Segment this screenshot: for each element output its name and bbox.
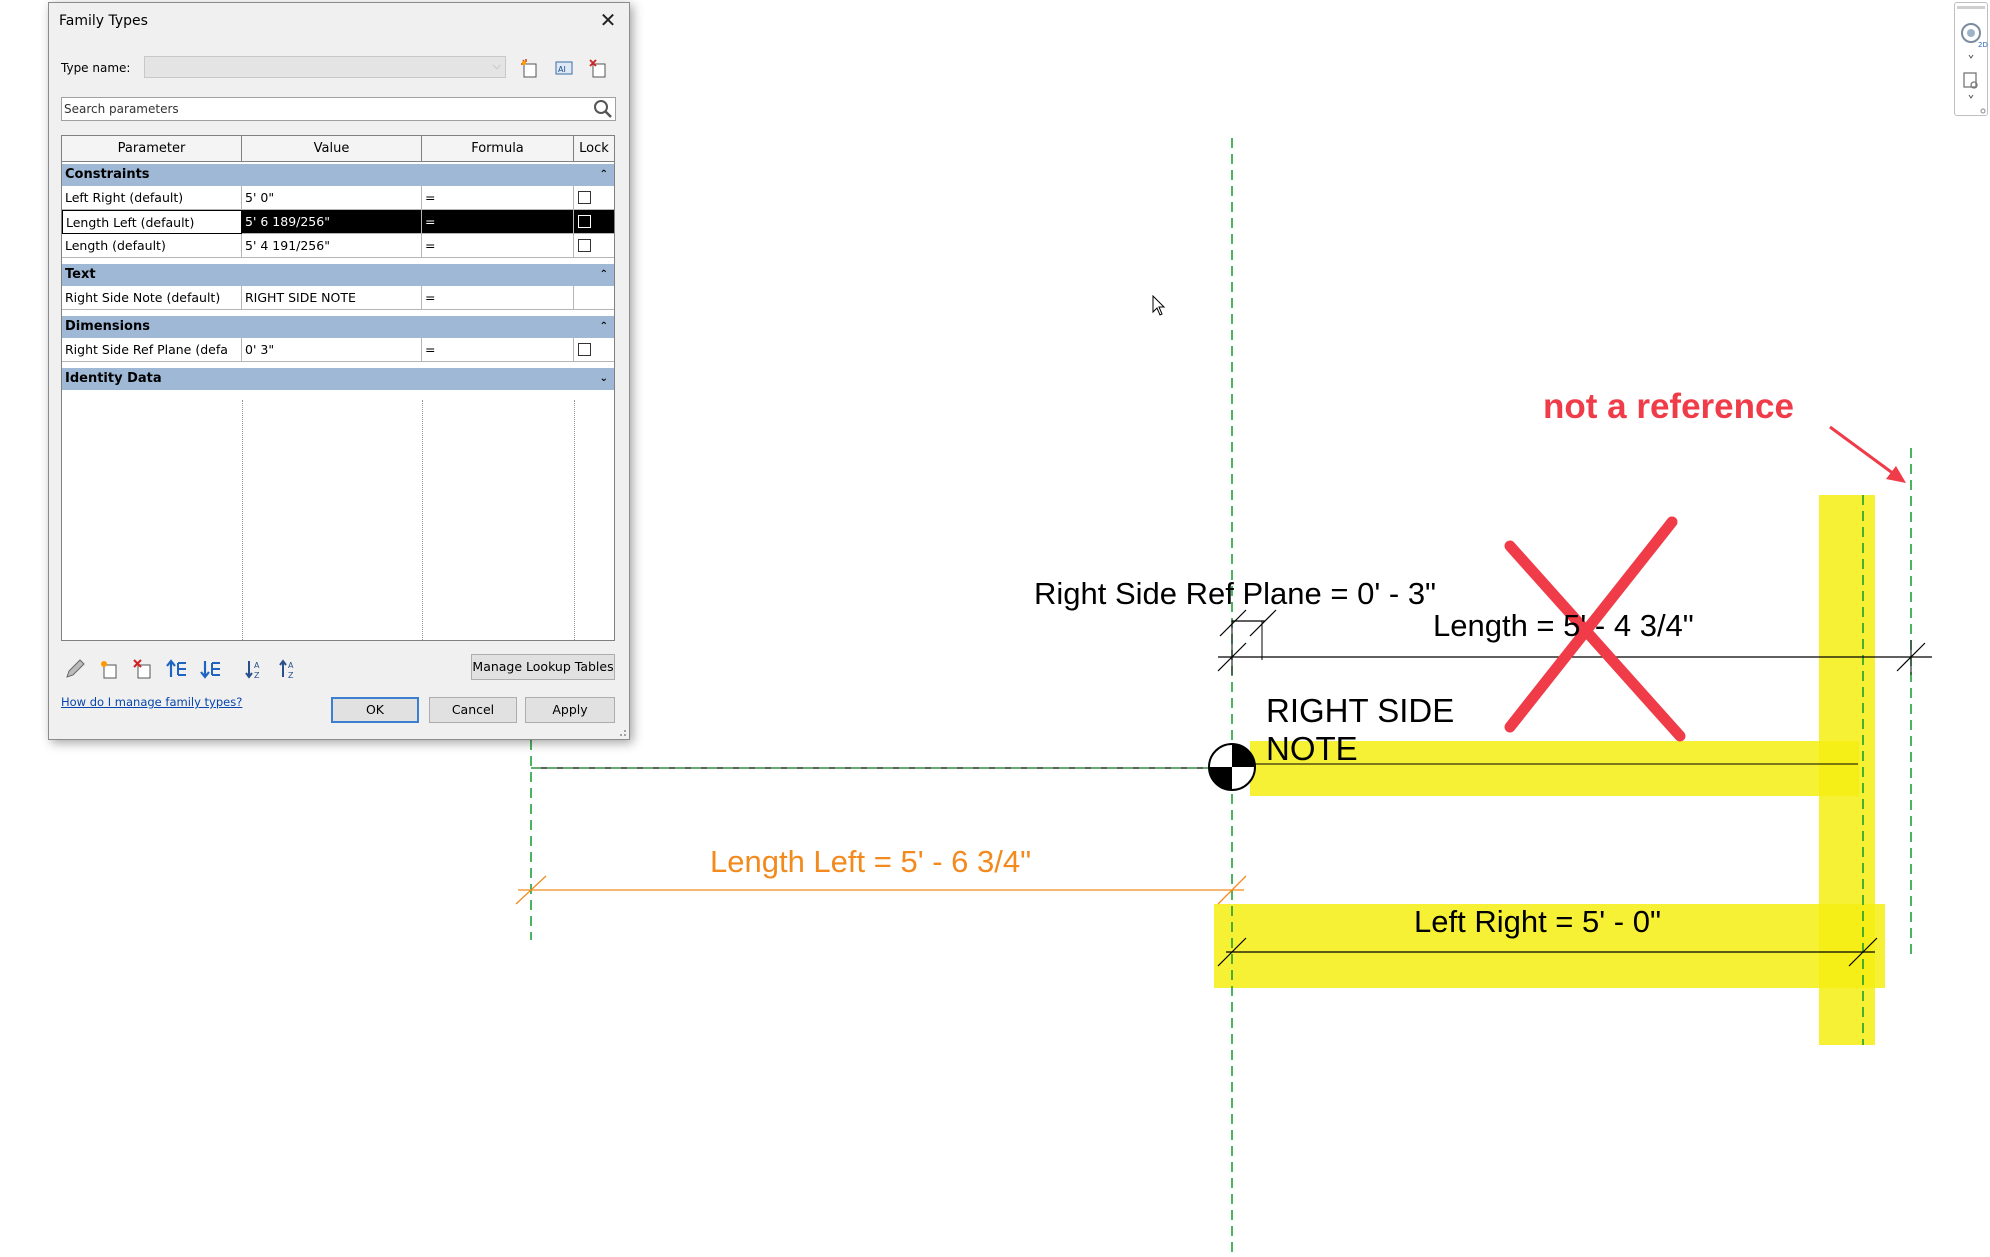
param-formula[interactable]: = [422,234,574,258]
table-row[interactable]: Right Side Ref Plane (defa 0' 3" = [62,338,614,362]
new-parameter-icon[interactable] [97,657,121,681]
group-constraints[interactable]: Constraints ⌃ [62,164,614,186]
not-a-reference-annotation: not a reference [1543,387,1794,426]
lock-checkbox[interactable] [578,191,591,204]
param-formula[interactable]: = [422,210,574,234]
annotation-arrow-icon [1829,425,1906,483]
empty-column-formula [422,400,575,640]
delete-type-icon[interactable] [587,57,609,79]
table-row-selected[interactable]: Length Left (default) 5' 6 189/256" = [62,210,614,234]
param-name: Length Left (default) [62,210,242,234]
param-name: Length (default) [62,234,242,258]
param-name: Left Right (default) [62,186,242,210]
search-parameters-field[interactable] [61,97,616,121]
length-dimension-label[interactable]: Length = 5' - 4 3/4" [1433,608,1694,644]
apply-button[interactable]: Apply [525,697,615,723]
param-value[interactable]: RIGHT SIDE NOTE [242,286,422,310]
svg-text:AI: AI [558,65,566,74]
collapse-icon[interactable]: ⌃ [600,164,608,186]
table-row[interactable]: Right Side Note (default) RIGHT SIDE NOT… [62,286,614,310]
right-side-note-line1: RIGHT SIDE [1266,692,1455,729]
manage-lookup-tables-button[interactable]: Manage Lookup Tables [471,654,615,680]
param-formula[interactable]: = [422,186,574,210]
param-value[interactable]: 5' 4 191/256" [242,234,422,258]
svg-text:2D: 2D [1978,41,1988,49]
collapse-icon[interactable]: ⌃ [600,316,608,338]
lock-checkbox[interactable] [578,239,591,252]
column-header-parameter[interactable]: Parameter [62,136,242,162]
rename-type-icon[interactable]: AI [553,57,575,79]
column-header-formula[interactable]: Formula [422,136,574,162]
param-value[interactable]: 5' 6 189/256" [242,210,422,234]
param-value[interactable]: 0' 3" [242,338,422,362]
svg-text:A: A [254,661,260,670]
lock-checkbox[interactable] [578,215,591,228]
column-header-value[interactable]: Value [242,136,422,162]
resize-grip-icon[interactable] [617,727,627,737]
group-identity-data[interactable]: Identity Data ⌄ [62,368,614,390]
edit-parameter-icon[interactable] [63,657,87,681]
param-value[interactable]: 5' 0" [242,186,422,210]
delete-parameter-icon[interactable] [131,657,155,681]
lock-cell[interactable] [574,234,614,258]
right-side-note-text[interactable]: RIGHT SIDE NOTE [1266,692,1454,768]
navigation-bar-icons: 2D [1957,6,1988,114]
ok-button[interactable]: OK [331,697,419,723]
group-text[interactable]: Text ⌃ [62,264,614,286]
lock-checkbox[interactable] [578,343,591,356]
help-link[interactable]: How do I manage family types? [61,695,242,709]
new-type-icon[interactable] [518,57,540,79]
move-up-icon[interactable] [165,657,189,681]
type-name-dropdown[interactable]: ⌵ [144,56,506,78]
search-icon[interactable] [593,99,613,119]
lock-cell[interactable] [574,186,614,210]
group-label: Text [65,267,96,282]
move-down-icon[interactable] [199,657,223,681]
param-formula[interactable]: = [422,286,574,310]
sort-ascending-icon[interactable]: A Z [243,657,267,681]
right-side-note-line2: NOTE [1266,730,1358,767]
ref-plane-dimension-label[interactable]: Right Side Ref Plane = 0' - 3" [1034,576,1436,612]
param-name: Right Side Ref Plane (defa [62,338,242,362]
sort-descending-icon[interactable]: A Z [277,657,301,681]
table-row[interactable]: Left Right (default) 5' 0" = [62,186,614,210]
empty-column-param [62,400,243,640]
group-dimensions[interactable]: Dimensions ⌃ [62,316,614,338]
dialog-title: Family Types [59,13,148,29]
type-name-label: Type name: [61,61,131,75]
parameters-grid[interactable]: Parameter Value Formula Lock Constraints… [61,135,615,641]
empty-column-value [242,400,423,640]
search-parameters-input[interactable] [64,100,584,118]
param-name: Right Side Note (default) [62,286,242,310]
highlight-right-ref-plane [1819,495,1875,1045]
family-types-dialog[interactable]: Family Types ✕ Type name: ⌵ AI Parameter… [48,2,630,740]
left-right-dimension-label[interactable]: Left Right = 5' - 0" [1414,904,1661,940]
group-label: Identity Data [65,371,162,386]
svg-text:Z: Z [288,671,294,680]
origin-marker-icon [1208,743,1256,791]
param-formula[interactable]: = [422,338,574,362]
length-left-dimension[interactable] [515,875,1247,905]
svg-text:A: A [288,661,294,670]
lock-cell[interactable] [574,210,614,234]
group-label: Constraints [65,167,150,182]
ref-plane-dimension[interactable] [1219,609,1277,660]
group-label: Dimensions [65,319,150,334]
navigation-bar[interactable]: 2D [1954,2,1988,116]
length-left-dimension-label[interactable]: Length Left = 5' - 6 3/4" [710,844,1031,880]
chevron-down-icon: ⌵ [492,59,501,72]
close-icon[interactable]: ✕ [597,9,619,31]
lock-cell [574,286,614,310]
lock-cell[interactable] [574,338,614,362]
expand-icon[interactable]: ⌄ [600,368,608,390]
mouse-cursor-icon [1152,295,1166,316]
column-header-lock[interactable]: Lock [574,136,614,162]
svg-text:Z: Z [254,671,260,680]
cancel-button[interactable]: Cancel [429,697,517,723]
collapse-icon[interactable]: ⌃ [600,264,608,286]
table-row[interactable]: Length (default) 5' 4 191/256" = [62,234,614,258]
